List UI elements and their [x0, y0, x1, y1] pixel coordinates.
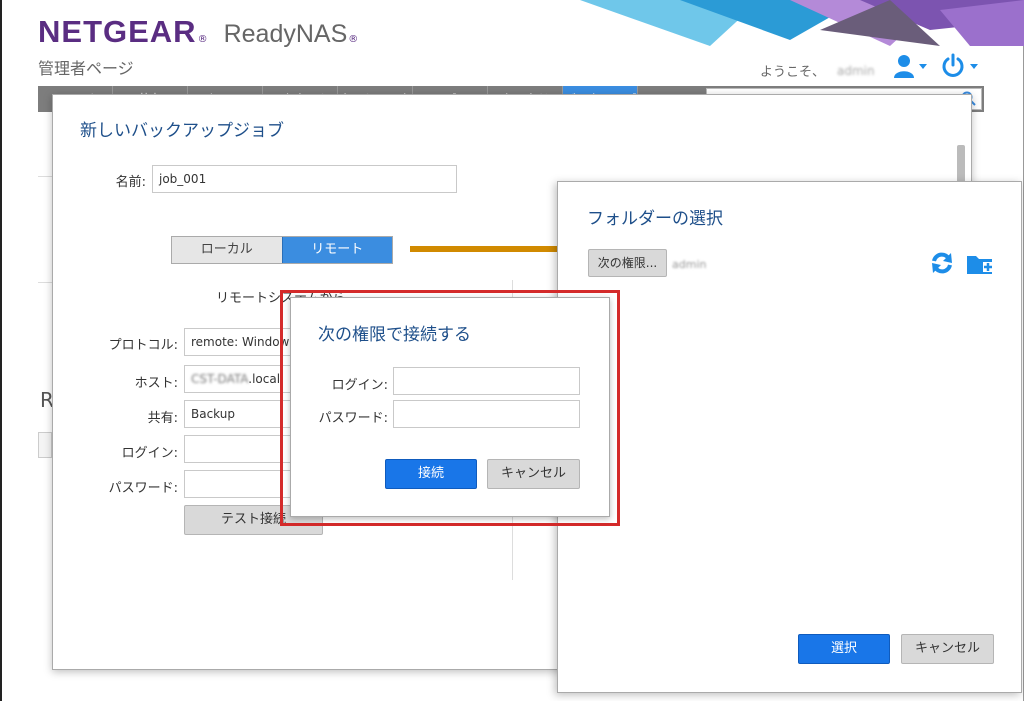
background-divider: [38, 282, 52, 283]
power-icon: [942, 53, 964, 77]
remote-password-label: パスワード:: [108, 481, 178, 496]
new-folder-icon[interactable]: [966, 252, 994, 276]
brand-trademark: ®: [197, 34, 208, 45]
refresh-icon[interactable]: [930, 251, 954, 275]
power-menu[interactable]: [940, 52, 984, 80]
select-folder-button[interactable]: 選択: [798, 634, 890, 664]
login-input[interactable]: [393, 367, 580, 395]
netgear-logo: NETGEAR ® ReadyNAS ®: [38, 14, 358, 50]
local-option[interactable]: ローカル: [172, 237, 282, 263]
product-name: ReadyNAS: [223, 20, 348, 48]
user-icon: [894, 55, 914, 78]
password-input[interactable]: [393, 400, 580, 428]
share-input[interactable]: Backup: [184, 400, 294, 428]
remote-option[interactable]: リモート: [281, 237, 392, 263]
backup-dialog-title: 新しいバックアップジョブ: [80, 121, 284, 141]
connect-button[interactable]: 接続: [385, 459, 477, 489]
chevron-down-icon: [970, 63, 978, 69]
header-banner: [580, 0, 1024, 46]
share-label: 共有:: [147, 411, 178, 426]
password-label: パスワード:: [318, 411, 388, 426]
credentials-button[interactable]: 次の権限...: [588, 249, 667, 277]
folder-dialog-title: フォルダーの選択: [587, 209, 723, 229]
folder-cancel-button[interactable]: キャンセル: [901, 634, 994, 664]
chevron-down-icon: [919, 63, 927, 69]
job-name-input[interactable]: job_001: [152, 165, 457, 193]
source-type-toggle: ローカル リモート: [171, 236, 393, 264]
page-subtitle: 管理者ページ: [38, 59, 134, 78]
host-label: ホスト:: [134, 376, 178, 391]
product-trademark: ®: [348, 34, 359, 45]
protocol-label: プロトコル:: [108, 338, 178, 353]
welcome-message: ようこそ、 admin: [760, 61, 875, 81]
current-user-label: admin: [672, 258, 707, 271]
protocol-select[interactable]: remote: Windows/: [184, 328, 294, 356]
connect-cancel-button[interactable]: キャンセル: [487, 459, 580, 489]
connect-dialog-title: 次の権限で接続する: [318, 325, 471, 345]
remote-login-input[interactable]: [184, 435, 294, 463]
user-menu[interactable]: [893, 52, 933, 80]
login-label: ログイン:: [331, 378, 388, 393]
host-input[interactable]: CST-DATA.local: [184, 365, 294, 393]
brand-name: NETGEAR: [38, 14, 197, 49]
welcome-username: admin: [837, 63, 875, 78]
background-divider: [38, 176, 52, 177]
source-destination-connector: [410, 246, 560, 252]
host-value-suffix: .local: [248, 372, 281, 386]
remote-password-input[interactable]: [184, 470, 294, 498]
dialog-scrollbar[interactable]: [957, 145, 965, 185]
host-value-hidden: CST-DATA: [191, 372, 249, 386]
welcome-text: ようこそ、: [760, 65, 826, 80]
job-name-label: 名前:: [115, 175, 146, 190]
background-button: [38, 432, 52, 458]
remote-login-label: ログイン:: [121, 446, 178, 461]
